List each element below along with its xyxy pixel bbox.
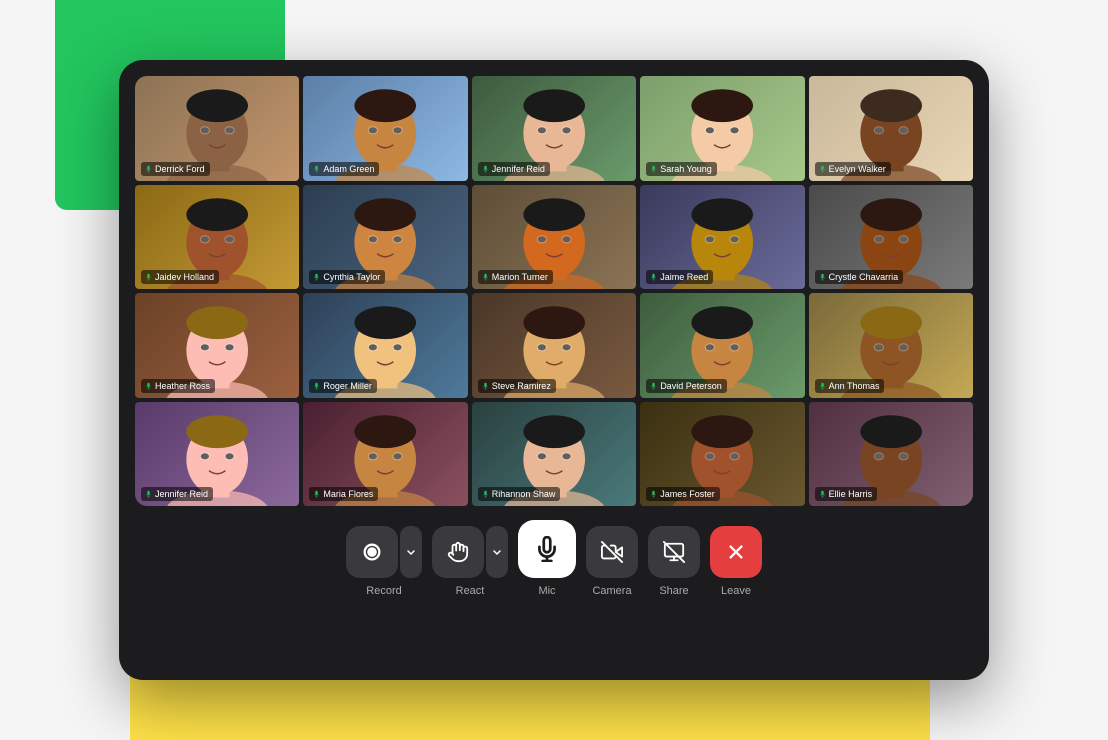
video-tile-6: Jaidev Holland xyxy=(135,185,299,290)
camera-group: Camera xyxy=(586,526,638,597)
video-tile-2: Adam Green xyxy=(303,76,467,181)
mic-label: Mic xyxy=(538,585,555,597)
share-button[interactable] xyxy=(648,526,700,578)
mic-group: Mic xyxy=(518,520,576,597)
react-chevron-button[interactable] xyxy=(486,526,508,578)
video-tile-13: Steve Ramirez xyxy=(472,293,636,398)
control-bar: Record React xyxy=(135,520,973,601)
mic-button[interactable] xyxy=(518,520,576,578)
video-tile-11: Heather Ross xyxy=(135,293,299,398)
video-tile-20: Ellie Harris xyxy=(809,402,973,507)
share-label: Share xyxy=(659,585,688,597)
video-tile-3: Jennifer Reid xyxy=(472,76,636,181)
record-button[interactable] xyxy=(346,526,398,578)
record-group: Record xyxy=(346,526,422,597)
leave-group: Leave xyxy=(710,526,762,597)
share-group: Share xyxy=(648,526,700,597)
video-tile-16: Jennifer Reid xyxy=(135,402,299,507)
react-group: React xyxy=(432,526,508,597)
video-tile-18: Rihannon Shaw xyxy=(472,402,636,507)
video-tile-8: Marion Turner xyxy=(472,185,636,290)
video-tile-1: Derrick Ford xyxy=(135,76,299,181)
react-label: React xyxy=(456,585,485,597)
video-tile-5: Evelyn Walker xyxy=(809,76,973,181)
video-tile-19: James Foster xyxy=(640,402,804,507)
record-chevron-button[interactable] xyxy=(400,526,422,578)
camera-button[interactable] xyxy=(586,526,638,578)
leave-button[interactable] xyxy=(710,526,762,578)
video-tile-4: Sarah Young xyxy=(640,76,804,181)
video-tile-10: Crystle Chavarria xyxy=(809,185,973,290)
camera-label: Camera xyxy=(592,585,631,597)
react-button[interactable] xyxy=(432,526,484,578)
video-tile-15: Ann Thomas xyxy=(809,293,973,398)
video-grid: Derrick Ford xyxy=(135,76,973,506)
video-tile-12: Roger Miller xyxy=(303,293,467,398)
device-frame: Derrick Ford xyxy=(119,60,989,680)
video-tile-17: Maria Flores xyxy=(303,402,467,507)
record-label: Record xyxy=(366,585,401,597)
video-tile-9: Jaime Reed xyxy=(640,185,804,290)
video-tile-7: Cynthia Taylor xyxy=(303,185,467,290)
video-tile-14: David Peterson xyxy=(640,293,804,398)
leave-label: Leave xyxy=(721,585,751,597)
